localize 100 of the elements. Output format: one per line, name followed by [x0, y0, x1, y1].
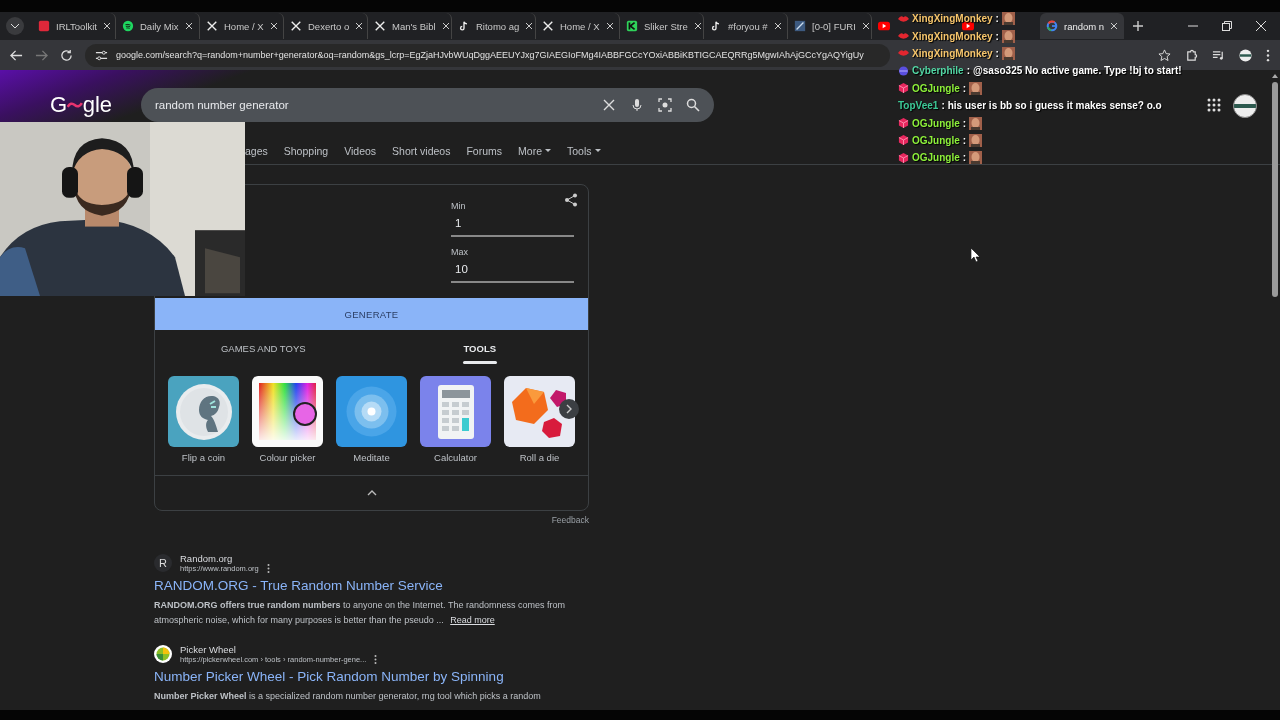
search-icon[interactable]	[686, 98, 700, 112]
close-icon[interactable]	[1256, 21, 1266, 31]
close-icon[interactable]	[605, 22, 614, 30]
menu-icon[interactable]	[1266, 48, 1270, 62]
site-settings-icon[interactable]	[95, 48, 108, 62]
close-icon[interactable]	[103, 22, 111, 30]
close-icon[interactable]	[1110, 22, 1119, 30]
chat-separator: :	[962, 117, 967, 129]
chat-separator: :	[995, 13, 999, 25]
account-avatar[interactable]	[1233, 94, 1257, 118]
collapse-icon[interactable]	[366, 490, 377, 496]
search-tab[interactable]: Forums	[466, 140, 503, 162]
close-icon[interactable]	[355, 22, 364, 30]
close-icon[interactable]	[269, 22, 278, 30]
browser-tab[interactable]: Daily Mix	[116, 13, 200, 39]
browser-tab[interactable]: Dexerto o	[284, 13, 368, 39]
next-button[interactable]	[559, 399, 579, 419]
search-tab[interactable]: Shopping	[283, 140, 329, 162]
close-icon[interactable]	[441, 22, 450, 30]
profile-avatar[interactable]	[1239, 48, 1252, 62]
tab-favicon-icon	[458, 20, 470, 32]
browser-tab[interactable]: IRLToolkit	[32, 13, 116, 39]
browser-tab[interactable]: Man's Bibl	[368, 13, 452, 39]
result-snippet: Number Picker Wheel is a specialized random number generator, rng tool which picks a random	[154, 690, 542, 703]
input-field[interactable]: 1	[451, 215, 574, 237]
chat-username: OGJungle	[912, 134, 960, 146]
generate-button[interactable]: GENERATE	[155, 298, 588, 330]
chat-separator: :	[995, 30, 999, 42]
reload-icon[interactable]	[60, 48, 73, 62]
search-field[interactable]: random number generator	[141, 88, 714, 122]
browser-tab[interactable]: random n	[1040, 13, 1124, 39]
microphone-icon[interactable]	[630, 98, 644, 112]
chat-separator: :	[966, 65, 971, 77]
search-tab[interactable]: Tools	[567, 140, 601, 162]
share-icon[interactable]	[564, 193, 578, 207]
search-tab[interactable]: More	[518, 140, 551, 162]
close-icon[interactable]	[773, 22, 782, 30]
read-more-link[interactable]: Read more	[450, 615, 495, 625]
lips-icon	[898, 13, 909, 24]
result-title-link[interactable]: RANDOM.ORG - True Random Number Service	[154, 578, 443, 593]
chat-message: his user is bb so i guess it makes sense? o.o	[947, 100, 1162, 112]
browser-tab[interactable]: [0-0] FURI	[788, 13, 872, 39]
more-options-icon[interactable]	[266, 564, 270, 573]
chat-username: OGJungle	[912, 82, 960, 94]
cube-icon	[898, 152, 909, 163]
tool-tile[interactable]: Colour picker	[252, 376, 323, 463]
chat-username: TopVee1	[898, 100, 939, 112]
emote-icon	[969, 81, 983, 95]
search-tab[interactable]: Videos	[344, 140, 377, 162]
emote-icon	[969, 151, 983, 165]
clear-icon[interactable]	[602, 98, 616, 112]
forward-icon[interactable]	[35, 48, 48, 62]
tool-tile[interactable]: Calculator	[420, 376, 491, 463]
close-icon[interactable]	[525, 22, 534, 30]
new-tab-icon[interactable]	[1132, 20, 1144, 32]
tab-favicon-icon	[794, 20, 806, 32]
site-name: Picker Wheel	[180, 644, 237, 655]
back-icon[interactable]	[10, 48, 23, 62]
browser-tab[interactable]: Ritomo ag	[452, 13, 536, 39]
star-icon[interactable]	[1158, 48, 1171, 62]
lips-icon	[898, 48, 909, 59]
tab-favicon-icon	[38, 20, 50, 32]
extension-icon[interactable]	[1185, 48, 1198, 62]
tool-tile[interactable]: Meditate	[336, 376, 407, 463]
category-tab[interactable]: TOOLS	[371, 330, 588, 366]
browser-tab[interactable]: Home / X	[200, 13, 284, 39]
tool-tile[interactable]: Flip a coin	[168, 376, 239, 463]
close-icon[interactable]	[185, 22, 193, 30]
category-tab[interactable]: GAMES AND TOYS	[155, 330, 372, 366]
tab-favicon-icon	[542, 20, 554, 32]
coin-icon	[168, 376, 239, 447]
restore-icon[interactable]	[1222, 21, 1232, 31]
google-logo[interactable]: G gle	[50, 92, 112, 118]
tool-tile[interactable]: Roll a die	[504, 376, 575, 463]
browser-tab[interactable]: Sliker Stre	[620, 13, 704, 39]
more-options-icon[interactable]	[374, 655, 378, 664]
camera-icon[interactable]	[658, 98, 672, 112]
input-field[interactable]: 10	[451, 261, 574, 283]
media-icon[interactable]	[1212, 48, 1225, 62]
chat-username: Cyberphile	[912, 65, 964, 77]
browser-tab[interactable]: Home / X	[536, 13, 620, 39]
tab-favicon-icon	[710, 20, 722, 32]
chat-separator: :	[941, 100, 945, 112]
apps-icon[interactable]	[1207, 98, 1221, 112]
caret-icon	[594, 149, 601, 153]
tab-search-button[interactable]	[6, 17, 24, 35]
result-title-link[interactable]: Number Picker Wheel - Pick Random Number by Spinning	[154, 669, 504, 684]
site-favicon: R	[154, 554, 172, 572]
result-snippet: RANDOM.ORG offers true random numbers to anyone on the Internet. The randomness comes from atmospheric noise, which for many purposes is better than the pseudo ... Read more	[154, 599, 566, 627]
calculator-icon	[420, 376, 491, 447]
search-tab[interactable]: ages	[245, 140, 268, 162]
search-tab[interactable]: Short videos	[392, 140, 451, 162]
close-icon[interactable]	[693, 22, 702, 30]
tab-favicon-icon[interactable]	[878, 20, 890, 32]
feedback-link[interactable]: Feedback	[551, 515, 589, 525]
emote-icon	[969, 116, 983, 130]
browser-tab[interactable]: #foryou #	[704, 13, 788, 39]
close-icon[interactable]	[861, 22, 870, 30]
chat-username: XingXingMonkey	[912, 30, 993, 42]
address-bar[interactable]: google.com/search?q=random+number+generator&oq=random&gs_lcrp=EgZjaHJvbWUqDggAEEUYJxg7GIAEGIoFMg4IABBFGCcYOxiABBiKBTIGCAEQRRg5MgwIAhAjGCcYgAQYigUy	[85, 43, 890, 67]
